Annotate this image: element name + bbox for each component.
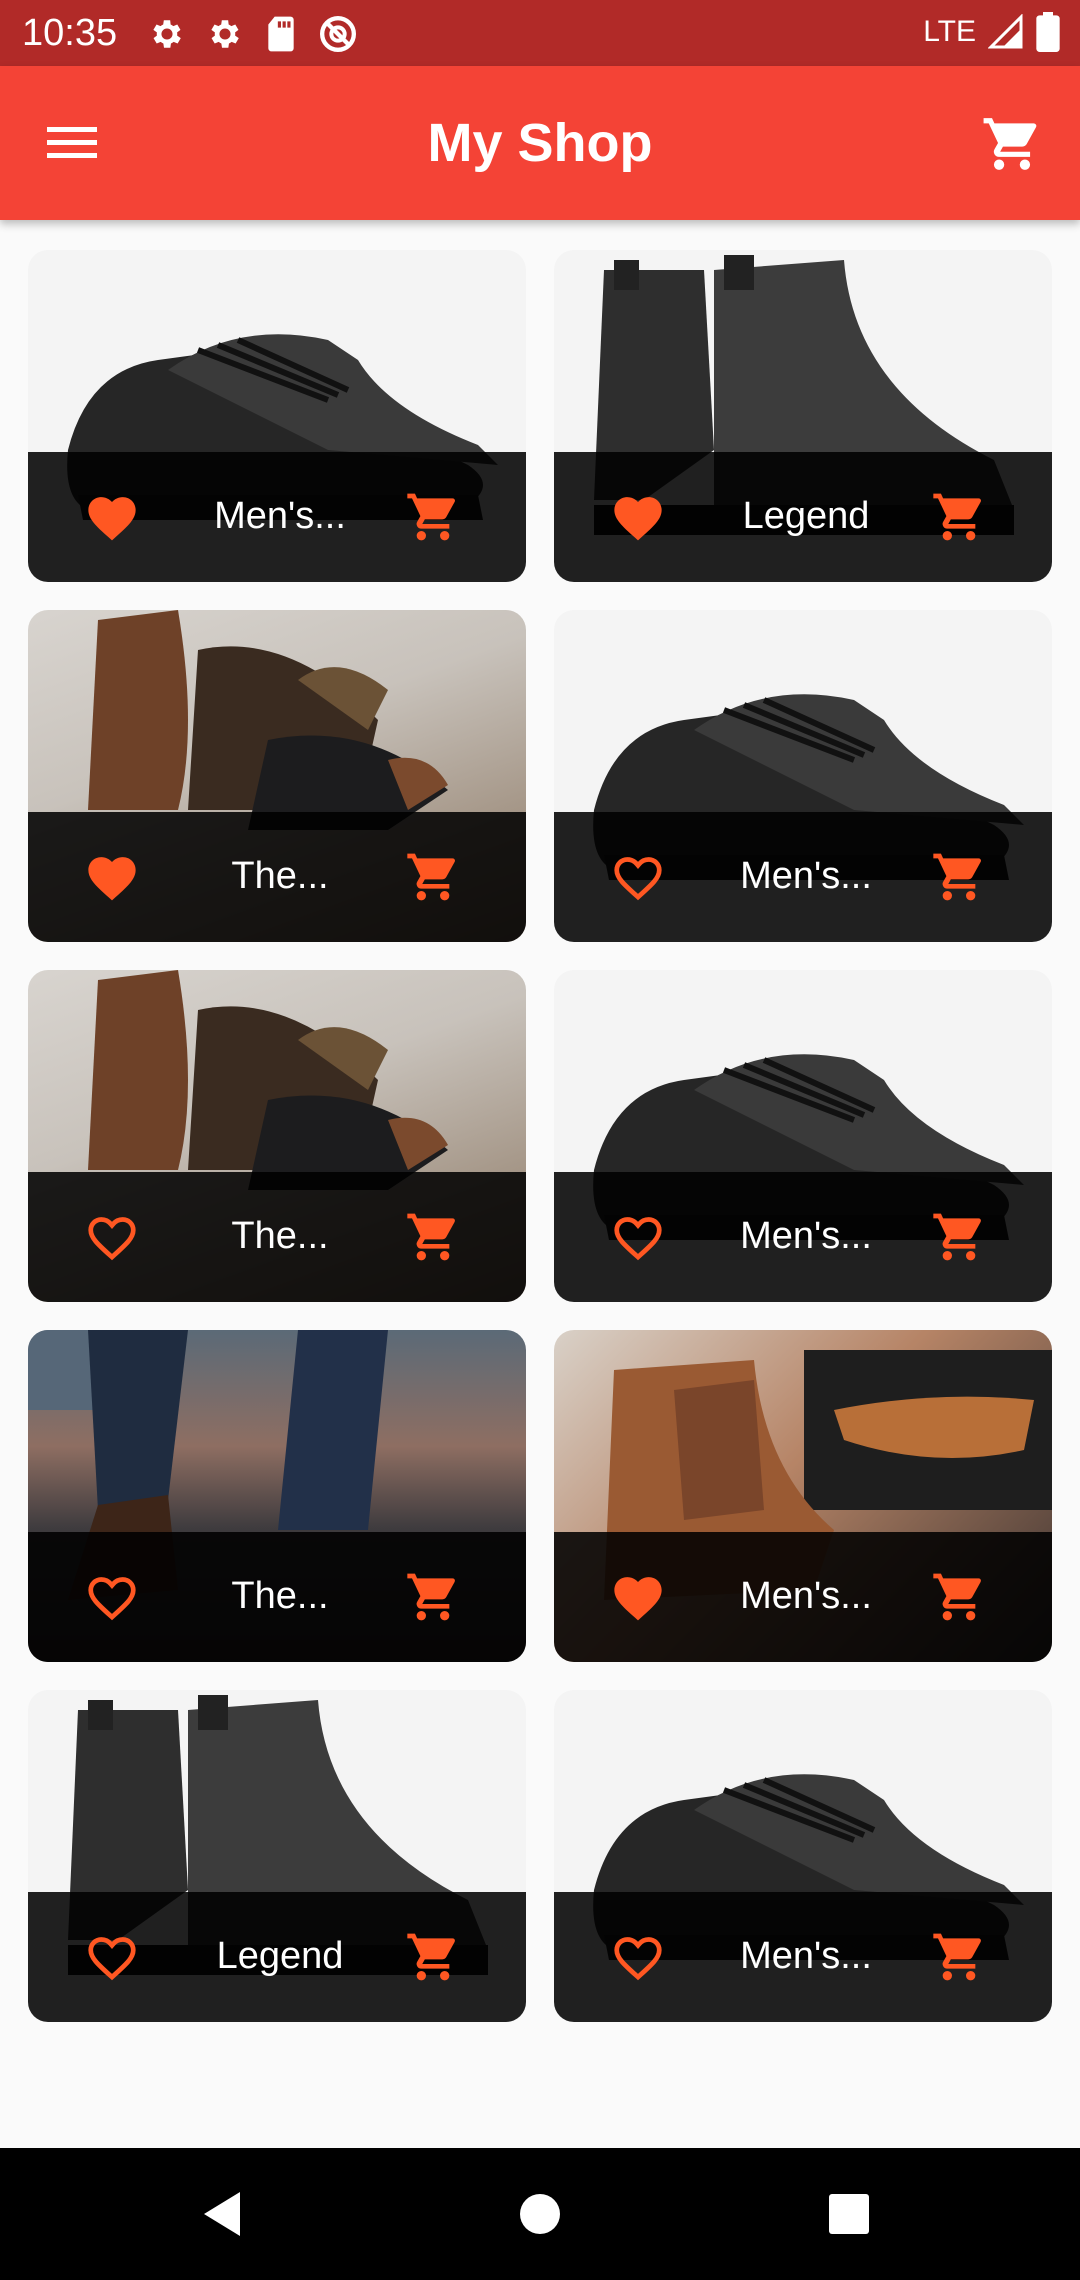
add-to-cart-button[interactable]: [928, 846, 990, 908]
heart-outline-icon: [88, 1577, 136, 1621]
shopping-cart-icon: [933, 493, 981, 541]
product-card[interactable]: Men's...: [554, 610, 1052, 942]
favorite-button[interactable]: [82, 1568, 142, 1624]
status-time: 10:35: [22, 12, 118, 54]
recents-button[interactable]: [827, 2192, 871, 2241]
add-to-cart-button[interactable]: [928, 1566, 990, 1628]
back-triangle-icon: [204, 2192, 240, 2236]
product-title: The...: [231, 1575, 329, 1617]
add-to-cart-button[interactable]: [402, 1926, 464, 1988]
heart-outline-icon: [88, 1937, 136, 1981]
product-title: Men's...: [214, 495, 346, 537]
settings-icon: [153, 20, 181, 48]
shopping-cart-icon: [407, 1213, 455, 1261]
heart-outline-icon: [614, 1217, 662, 1261]
status-notification-icons: [148, 14, 358, 54]
product-card[interactable]: Men's...: [554, 1330, 1052, 1662]
card-footer: Men's...: [554, 1892, 1052, 2022]
shopping-cart-icon: [933, 853, 981, 901]
product-title: The...: [231, 855, 329, 897]
add-to-cart-button[interactable]: [402, 486, 464, 548]
favorite-button[interactable]: [608, 848, 668, 904]
product-card[interactable]: Legend: [28, 1690, 526, 2022]
home-button[interactable]: [514, 2188, 566, 2245]
heart-filled-icon: [614, 1577, 662, 1621]
card-footer: The...: [28, 1532, 526, 1662]
add-to-cart-button[interactable]: [402, 1206, 464, 1268]
add-to-cart-button[interactable]: [928, 486, 990, 548]
shopping-cart-icon: [407, 1573, 455, 1621]
status-system-icons: LTE: [923, 12, 1060, 52]
heart-filled-icon: [88, 497, 136, 541]
add-to-cart-button[interactable]: [402, 1566, 464, 1628]
product-card[interactable]: Men's...: [554, 1690, 1052, 2022]
shopping-cart-icon: [933, 1933, 981, 1981]
favorite-button[interactable]: [82, 848, 142, 904]
home-circle-icon: [520, 2194, 560, 2234]
add-to-cart-button[interactable]: [928, 1206, 990, 1268]
product-title: Legend: [216, 1935, 344, 1977]
product-title: Men's...: [740, 1215, 872, 1257]
favorite-button[interactable]: [608, 488, 668, 544]
status-bar: 10:35 LTE: [0, 0, 1080, 66]
sd-card-icon: [268, 16, 294, 52]
do-not-disturb-icon: [320, 16, 356, 52]
add-to-cart-button[interactable]: [402, 846, 464, 908]
heart-outline-icon: [614, 857, 662, 901]
heart-filled-icon: [614, 497, 662, 541]
shopping-cart-icon: [933, 1213, 981, 1261]
network-type-label: LTE: [923, 15, 976, 48]
product-card[interactable]: Legend: [554, 250, 1052, 582]
product-card[interactable]: The...: [28, 1330, 526, 1662]
favorite-button[interactable]: [608, 1568, 668, 1624]
shopping-cart-icon: [407, 853, 455, 901]
card-footer: The...: [28, 812, 526, 942]
shopping-cart-icon: [407, 1933, 455, 1981]
product-card[interactable]: The...: [28, 610, 526, 942]
signal-icon: [988, 14, 1023, 49]
favorite-button[interactable]: [82, 1928, 142, 1984]
product-card[interactable]: Men's...: [28, 250, 526, 582]
card-footer: Men's...: [554, 1532, 1052, 1662]
back-button[interactable]: [198, 2188, 246, 2245]
recents-square-icon: [829, 2194, 869, 2234]
page-title: My Shop: [427, 113, 653, 173]
shopping-cart-icon: [933, 1573, 981, 1621]
product-title: Men's...: [740, 855, 872, 897]
battery-icon: [1036, 12, 1060, 52]
favorite-button[interactable]: [608, 1208, 668, 1264]
product-title: Men's...: [740, 1935, 872, 1977]
card-footer: Legend: [554, 452, 1052, 582]
heart-outline-icon: [88, 1217, 136, 1261]
product-title: Men's...: [740, 1575, 872, 1617]
product-card[interactable]: Men's...: [554, 970, 1052, 1302]
settings-icon: [211, 20, 239, 48]
shopping-cart-icon: [983, 118, 1037, 170]
product-title: The...: [231, 1215, 329, 1257]
cart-button[interactable]: [974, 106, 1050, 182]
add-to-cart-button[interactable]: [928, 1926, 990, 1988]
product-title: Legend: [742, 495, 870, 537]
card-footer: The...: [28, 1172, 526, 1302]
system-navigation-bar: [0, 2148, 1080, 2280]
product-grid: Men's... Legend The... Men's... The... M…: [28, 250, 1052, 2022]
favorite-button[interactable]: [608, 1928, 668, 1984]
heart-filled-icon: [88, 857, 136, 901]
product-card[interactable]: The...: [28, 970, 526, 1302]
favorite-button[interactable]: [82, 1208, 142, 1264]
card-footer: Men's...: [28, 452, 526, 582]
card-footer: Men's...: [554, 1172, 1052, 1302]
card-footer: Legend: [28, 1892, 526, 2022]
favorite-button[interactable]: [82, 488, 142, 544]
heart-outline-icon: [614, 1937, 662, 1981]
card-footer: Men's...: [554, 812, 1052, 942]
app-bar: My Shop: [0, 66, 1080, 220]
shopping-cart-icon: [407, 493, 455, 541]
